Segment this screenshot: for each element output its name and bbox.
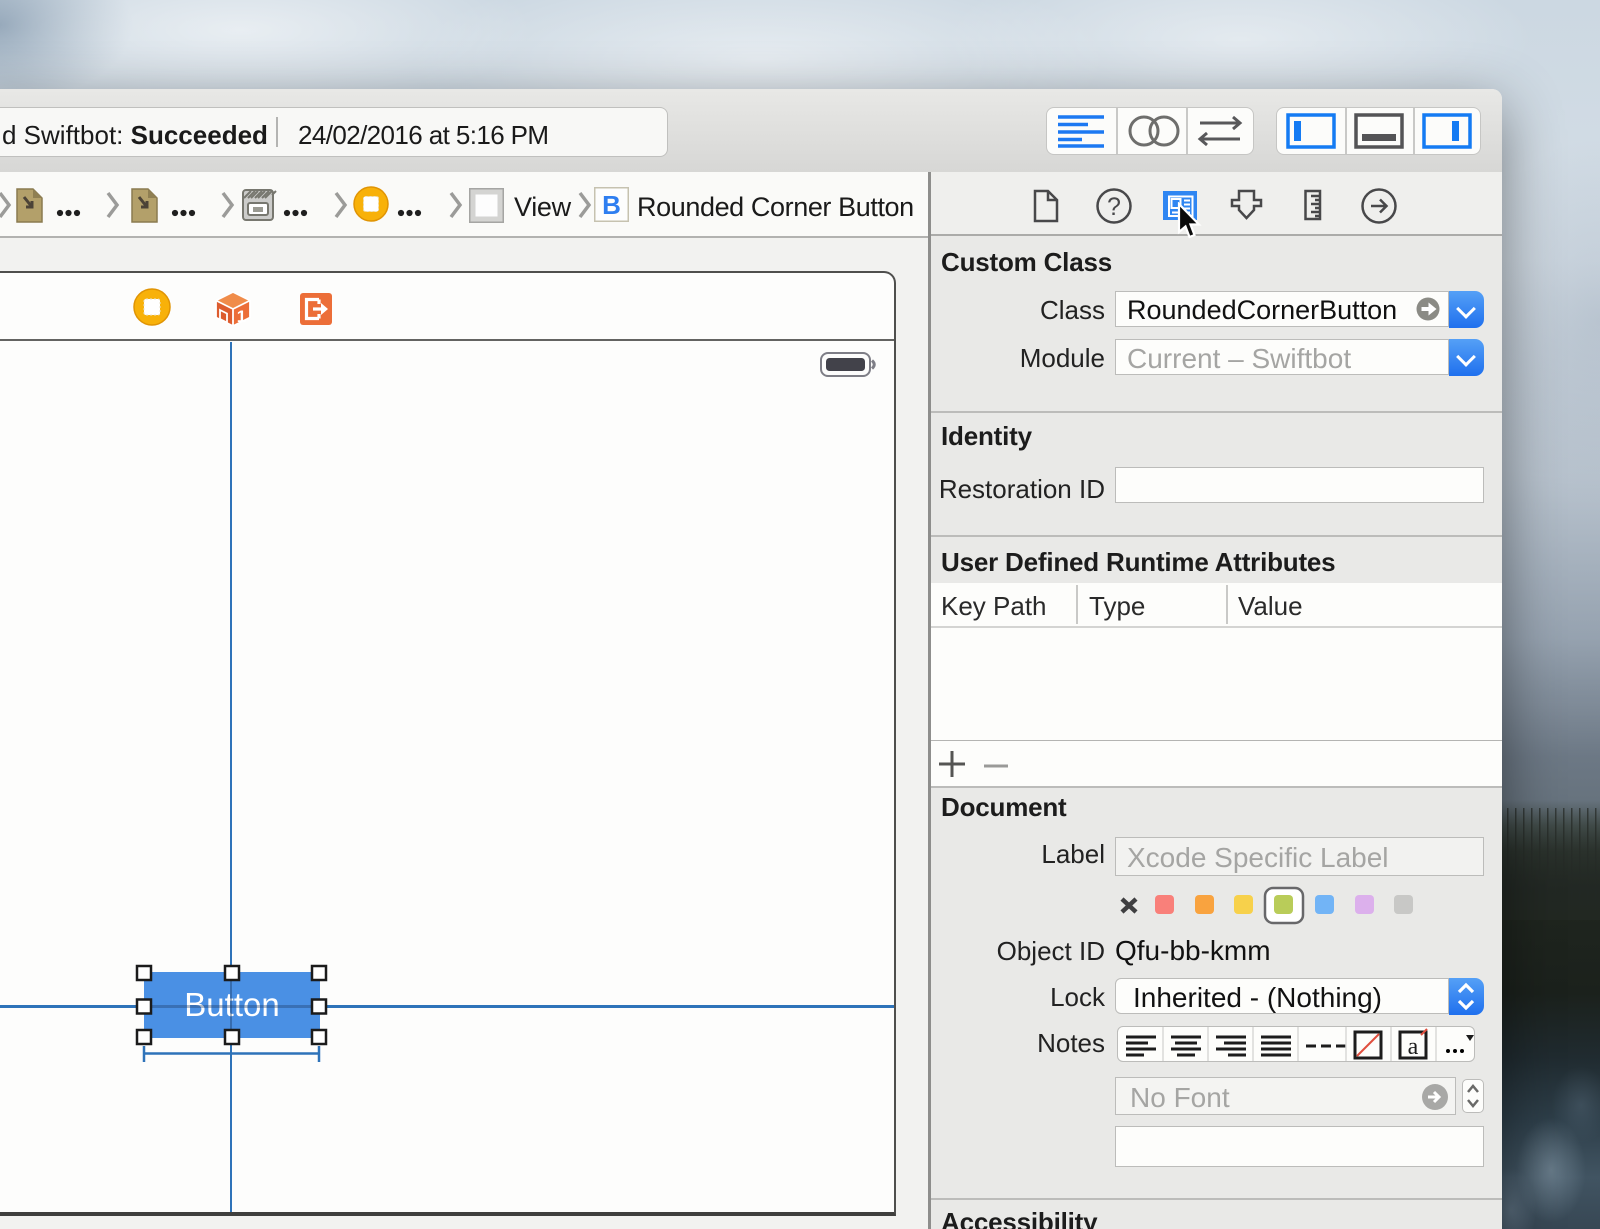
svg-text:1: 1 [237, 307, 246, 326]
svg-text:B: B [602, 190, 621, 220]
svg-text:a: a [1408, 1034, 1419, 1060]
svg-text:?: ? [1107, 193, 1121, 221]
